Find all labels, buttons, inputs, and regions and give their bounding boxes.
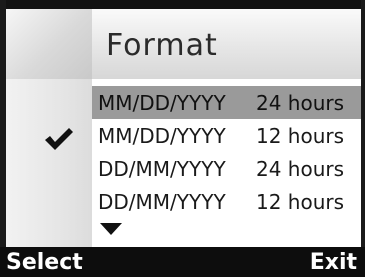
list-item-option-3[interactable]: DD/MM/YYYY 24 hours: [92, 152, 361, 185]
check-icon: [45, 128, 73, 150]
exit-softkey[interactable]: Exit: [310, 247, 357, 277]
option-time-format: 24 hours: [256, 156, 345, 181]
list-gutter: [6, 79, 92, 247]
phone-screen: Format MM/DD/YYYY 24 hours MM/DD/YYYY 12…: [0, 0, 365, 277]
option-date-format: MM/DD/YYYY: [98, 90, 226, 115]
option-date-format: DD/MM/YYYY: [98, 189, 226, 214]
list-item-option-4[interactable]: DD/MM/YYYY 12 hours: [92, 185, 361, 218]
option-date-format: MM/DD/YYYY: [98, 123, 226, 148]
list-item-option-2[interactable]: MM/DD/YYYY 12 hours: [92, 119, 361, 152]
page-title: Format: [106, 28, 218, 63]
arrow-down-icon[interactable]: [100, 223, 122, 235]
bezel-right: [361, 0, 365, 277]
list-item-option-1[interactable]: MM/DD/YYYY 24 hours: [92, 86, 361, 119]
option-time-format: 12 hours: [256, 123, 345, 148]
option-time-format: 24 hours: [256, 90, 345, 115]
header-tab-decoration: [6, 9, 92, 79]
option-date-format: DD/MM/YYYY: [98, 156, 226, 181]
option-time-format: 12 hours: [256, 189, 345, 214]
bezel-top: [0, 0, 365, 9]
select-softkey[interactable]: Select: [6, 247, 83, 277]
